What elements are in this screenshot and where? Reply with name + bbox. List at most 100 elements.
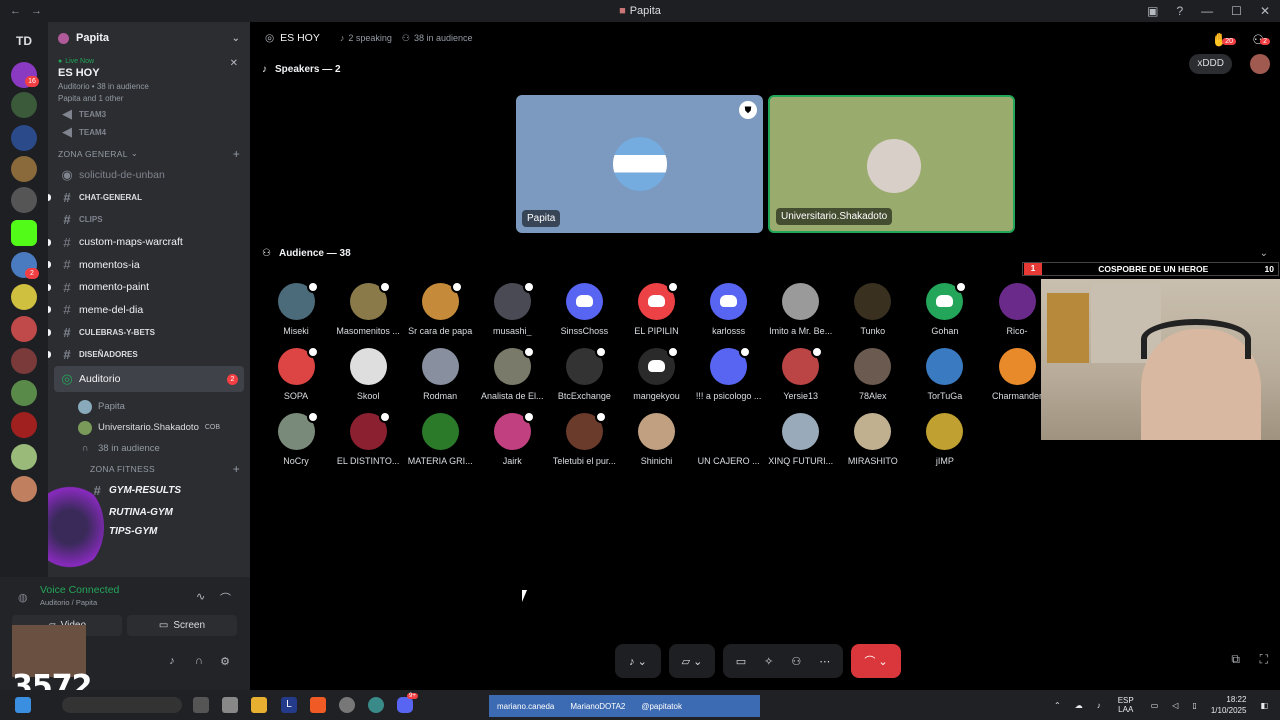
fullscreen-icon[interactable]: ⛶ <box>1260 652 1268 667</box>
cloud-icon[interactable]: ☁ <box>1075 701 1083 710</box>
add-channel-icon[interactable]: + <box>233 462 240 476</box>
discord-taskbar-icon[interactable] <box>397 697 413 713</box>
stage-audience-count[interactable]: ∩ 38 in audience <box>48 438 250 459</box>
audience-member[interactable]: UN CAJERO ... <box>689 413 769 466</box>
server-icon[interactable] <box>11 284 37 310</box>
network-icon[interactable]: ▭ <box>1151 701 1159 710</box>
language-indicator[interactable]: ESP LAA <box>1115 696 1137 714</box>
app-icon[interactable] <box>339 697 355 713</box>
maximize-icon[interactable]: ☐ <box>1231 4 1242 18</box>
channel-item[interactable]: # CULEBRAS-Y-BETS <box>48 321 250 344</box>
chevron-down-icon[interactable]: ⌄ <box>232 33 240 44</box>
audience-member[interactable]: Analista de El... <box>472 346 552 401</box>
audience-member[interactable]: Sr cara de papa <box>400 281 480 336</box>
audience-member[interactable]: MIRASHITO <box>833 413 913 466</box>
audience-member[interactable]: jIMP <box>905 413 985 466</box>
server-icon[interactable] <box>11 380 37 406</box>
speaker-tile[interactable]: ⛊ Papita <box>516 95 763 233</box>
audience-member[interactable]: XINQ FUTURI... <box>761 413 841 466</box>
server-icon[interactable] <box>11 220 37 246</box>
guild-header[interactable]: Papita ⌄ <box>48 22 250 54</box>
audience-member[interactable]: Rodman <box>400 348 480 401</box>
audience-member[interactable]: Miseki <box>256 281 336 336</box>
channel-item[interactable]: # CLIPS <box>48 209 250 232</box>
dm-home-button[interactable]: TD <box>11 28 37 54</box>
audience-member[interactable]: Skool <box>328 348 408 401</box>
audience-member[interactable]: Shinichi <box>617 413 697 466</box>
category-header[interactable]: ZONA GENERAL ⌄ + <box>48 144 250 164</box>
audience-member[interactable]: 78Alex <box>833 348 913 401</box>
audience-member[interactable]: NoCry <box>256 411 336 466</box>
effects-icon[interactable]: ✧ <box>764 655 773 668</box>
start-icon[interactable] <box>15 697 31 713</box>
more-options-icon[interactable]: ⋯ <box>819 655 830 668</box>
channel-item[interactable]: # custom-maps-warcraft <box>48 231 250 254</box>
audience-member[interactable]: Jairk <box>472 411 552 466</box>
server-icon[interactable] <box>11 444 37 470</box>
disconnect-icon[interactable]: ⌒ <box>220 590 231 606</box>
camera-toggle-button[interactable]: ▱ ⌄ <box>669 644 715 678</box>
audience-member[interactable]: BtcExchange <box>544 346 624 401</box>
battery-icon[interactable]: ▯ <box>1192 701 1196 710</box>
server-icon[interactable] <box>11 156 37 182</box>
server-icon[interactable] <box>11 476 37 502</box>
headphones-icon[interactable]: ∩ <box>192 655 206 669</box>
app-icon[interactable] <box>222 697 238 713</box>
audience-member[interactable]: MATERIA GRI... <box>400 413 480 466</box>
audience-member[interactable]: musashi_ <box>472 281 552 336</box>
chevron-down-icon[interactable]: ⌄ <box>1260 248 1268 259</box>
notifications-icon[interactable]: ◧ <box>1260 701 1268 710</box>
server-icon[interactable] <box>11 125 37 151</box>
volume-icon[interactable]: ◁ <box>1172 701 1178 710</box>
server-icon[interactable] <box>11 316 37 342</box>
audience-member[interactable]: Teletubi el pur... <box>544 411 624 466</box>
noise-suppression-icon[interactable]: ∿ <box>196 590 205 603</box>
channel-item[interactable]: ◉ solicitud-de-unban <box>48 164 250 187</box>
channel-item[interactable]: # CHAT-GENERAL <box>48 186 250 209</box>
category-header[interactable]: ZONA FITNESS + <box>48 459 250 479</box>
leave-stage-button[interactable]: ⌒ ⌄ <box>851 644 901 678</box>
share-screen-icon[interactable]: ▭ <box>736 655 746 668</box>
mic-toggle-button[interactable]: ♪ ⌄ <box>615 644 661 678</box>
stage-user[interactable]: Papita <box>48 396 250 417</box>
audience-member[interactable]: Imito a Mr. Be... <box>761 283 841 336</box>
server-icon[interactable] <box>11 412 37 438</box>
audience-member[interactable]: karlosss <box>689 283 769 336</box>
server-icon[interactable] <box>11 92 37 118</box>
file-explorer-icon[interactable] <box>251 697 267 713</box>
channel-item[interactable]: ◀ TEAM4 <box>48 121 250 144</box>
channel-item[interactable]: # DISEÑADORES <box>48 344 250 367</box>
channel-item[interactable]: ◀ TEAM3 <box>48 107 250 121</box>
minimize-icon[interactable]: — <box>1201 4 1213 18</box>
audience-member[interactable]: SinssChoss <box>544 283 624 336</box>
mic-tray-icon[interactable]: ♪ <box>1097 701 1101 710</box>
clock[interactable]: 18:22 1/10/2025 <box>1211 694 1247 716</box>
app-icon[interactable] <box>368 697 384 713</box>
search-box[interactable] <box>62 697 182 713</box>
channel-item[interactable]: # meme-del-dia <box>48 299 250 322</box>
task-view-icon[interactable] <box>193 697 209 713</box>
live-stage-card[interactable]: Live Now ES HOY Auditorio • 38 in audien… <box>48 54 250 107</box>
popout-icon[interactable]: ⧉ <box>1231 652 1240 667</box>
gear-icon[interactable]: ⚙ <box>218 655 232 669</box>
move-to-audience-icon[interactable]: ⚇ <box>791 655 801 668</box>
chevron-up-icon[interactable]: ⌃ <box>1054 701 1061 710</box>
channel-item[interactable]: # momento-paint <box>48 276 250 299</box>
help-icon[interactable]: ? <box>1176 4 1183 18</box>
audience-member[interactable]: mangekyou <box>617 346 697 401</box>
audience-member[interactable]: SOPA <box>256 346 336 401</box>
xddd-chip[interactable]: xDDD <box>1189 54 1232 74</box>
stage-channel-auditorio[interactable]: ◎ Auditorio 2 <box>54 366 244 392</box>
audience-member[interactable]: EL DISTINTO... <box>328 411 408 466</box>
brave-icon[interactable] <box>310 697 326 713</box>
channel-item[interactable]: # momentos-ia <box>48 254 250 277</box>
audience-member[interactable]: Tunko <box>833 283 913 336</box>
audience-member[interactable]: Gohan <box>905 281 985 336</box>
server-icon[interactable] <box>11 348 37 374</box>
close-icon[interactable]: ✕ <box>230 58 238 69</box>
audience-member[interactable]: EL PIPILIN <box>617 281 697 336</box>
stage-user[interactable]: Universitario.Shakadoto COB <box>48 417 250 438</box>
add-channel-icon[interactable]: + <box>233 147 240 161</box>
user-avatar[interactable] <box>1250 54 1270 74</box>
app-l-icon[interactable]: L <box>281 697 297 713</box>
